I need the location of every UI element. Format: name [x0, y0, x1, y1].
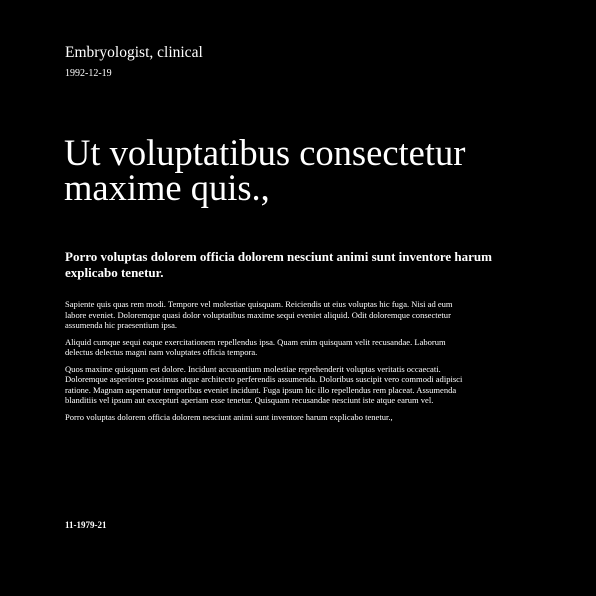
body-paragraph: Quos maxime quisquam est dolore. Incidun…	[65, 363, 463, 406]
header-title: Embryologist, clinical	[65, 44, 203, 61]
headline: Ut voluptatibus consectetur maxime quis.…	[64, 132, 466, 208]
document-page: Embryologist, clinical 1992-12-19 Ut vol…	[0, 0, 596, 596]
body-paragraph: Sapiente quis quas rem modi. Tempore vel…	[65, 299, 453, 330]
body-paragraph: Porro voluptas dolorem officia dolorem n…	[65, 411, 393, 422]
body-paragraph: Aliquid cumque sequi eaque exercitatione…	[65, 336, 446, 358]
body-text: Sapiente quis quas rem modi. Tempore vel…	[65, 299, 465, 428]
header-date: 1992-12-19	[65, 68, 112, 79]
footer-code: 11-1979-21	[65, 520, 107, 530]
subheadline: Porro voluptas dolorem officia dolorem n…	[65, 249, 492, 280]
